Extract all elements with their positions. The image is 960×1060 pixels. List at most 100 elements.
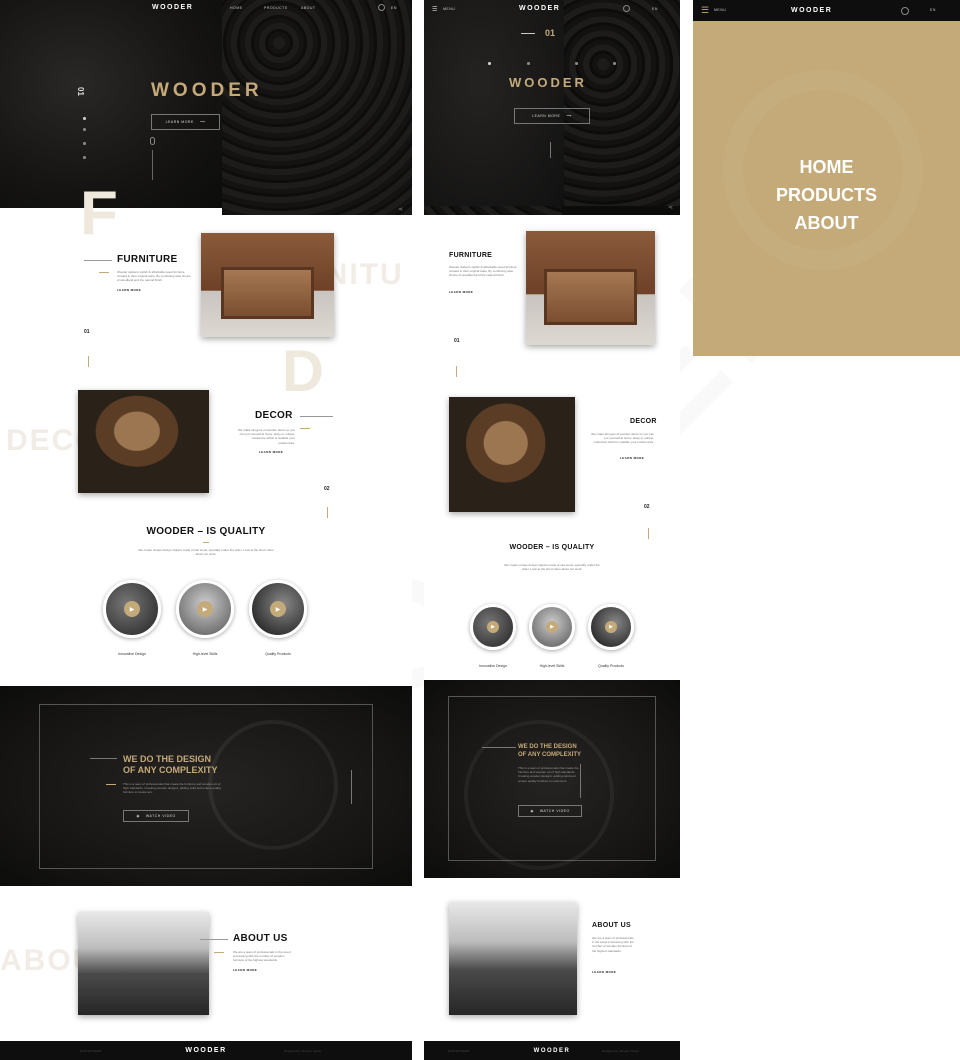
play-icon[interactable]: ▶: [197, 601, 213, 617]
hero-learn-more-button[interactable]: LEARN MORE ⟶: [151, 114, 220, 130]
footer-logo[interactable]: WOODER: [534, 1048, 571, 1054]
tablet-hero-title: WOODER: [509, 75, 587, 90]
design-title-line: OF ANY COMPLEXITY: [123, 765, 218, 775]
tablet-decor-text: We make all types of wooden decor so you…: [591, 432, 654, 445]
gold-accent: [300, 428, 310, 429]
divider-line: [84, 260, 112, 261]
gold-accent: [214, 952, 224, 953]
tablet-about-text: We are a team of professionals in the wo…: [592, 936, 634, 953]
gold-accent: [203, 542, 209, 543]
mobile-logo[interactable]: WOODER: [791, 7, 832, 14]
tablet-hero-left: [424, 0, 564, 206]
nav-about[interactable]: ABOUT: [301, 6, 316, 10]
footer-credit: Designed by Wooder Studio: [284, 1048, 322, 1053]
tablet-about-learn-more[interactable]: LEARN MORE: [592, 970, 616, 974]
tablet-design-title: WE DO THE DESIGN OF ANY COMPLEXITY: [518, 743, 581, 759]
quality-caption: Innovative Design: [118, 652, 146, 656]
language-switch[interactable]: EN: [930, 8, 936, 12]
divider-line: [482, 747, 516, 748]
play-icon[interactable]: ▶: [605, 621, 617, 633]
about-learn-more[interactable]: LEARN MORE: [233, 968, 257, 972]
decor-letter-bg: D: [282, 339, 324, 404]
furniture-text: Wooder delivers stylish & affordable woo…: [117, 270, 191, 283]
nav-home[interactable]: HOME: [230, 6, 243, 10]
tablet-decor-title: DECOR: [630, 418, 657, 425]
menu-icon[interactable]: ☰: [701, 5, 709, 16]
tablet-furniture-index: 01: [454, 338, 460, 344]
info-icon[interactable]: [901, 7, 909, 15]
slider-dot[interactable]: [83, 128, 86, 131]
gold-marker: [648, 528, 649, 539]
tablet-furniture-learn-more[interactable]: LEARN MORE: [449, 290, 473, 294]
share-icon[interactable]: ⋖: [398, 206, 403, 213]
footer-credit: Designed by Wooder Studio: [602, 1048, 640, 1053]
menu-label[interactable]: MENU: [443, 7, 455, 11]
tablet-learn-more-button[interactable]: LEARN MORE ⟶: [514, 108, 590, 124]
play-icon[interactable]: ▶: [487, 621, 499, 633]
quality-text: We create unique design objects made of …: [138, 548, 274, 557]
quality-title: WOODER – IS QUALITY: [146, 526, 266, 537]
tablet-team-image: [449, 902, 577, 1015]
furniture-letter-bg: F: [80, 179, 118, 248]
gold-accent: [106, 784, 116, 785]
button-label: WATCH VIDEO: [145, 814, 176, 818]
tablet-footer: 2019 WOODER WOODER Designed by Wooder St…: [424, 1041, 680, 1060]
tablet-watch-video-button[interactable]: ◉ WATCH VIDEO: [518, 805, 582, 817]
language-switch[interactable]: EN: [391, 6, 397, 10]
play-icon[interactable]: ▶: [546, 621, 558, 633]
language-switch[interactable]: EN: [652, 7, 658, 11]
play-icon[interactable]: ▶: [124, 601, 140, 617]
slider-dot[interactable]: [83, 156, 86, 159]
gold-marker: [88, 356, 89, 367]
divider-line: [90, 758, 117, 759]
about-team-image: [78, 912, 209, 1015]
info-icon[interactable]: [623, 5, 630, 12]
share-icon[interactable]: ⋖: [668, 204, 673, 211]
page-canvas: WOODER WOODER HOME PRODUCTS ABOUT EN 01 …: [0, 0, 960, 1060]
tablet-stool-image: [449, 397, 575, 512]
hero-index: 01: [75, 87, 85, 96]
button-label: LEARN MORE: [532, 114, 561, 118]
design-title-line: OF ANY COMPLEXITY: [518, 752, 582, 758]
footer-logo[interactable]: WOODER: [185, 1047, 226, 1054]
tablet-decor-learn-more[interactable]: LEARN MORE: [620, 456, 644, 460]
mobile-menu-about[interactable]: ABOUT: [693, 209, 960, 237]
furniture-learn-more[interactable]: LEARN MORE: [117, 288, 141, 292]
slider-dot[interactable]: [83, 142, 86, 145]
tablet-decor-index: 02: [644, 504, 650, 510]
button-label: WATCH VIDEO: [539, 809, 570, 813]
decor-learn-more[interactable]: LEARN MORE: [259, 450, 283, 454]
play-watermark-icon: [208, 720, 338, 850]
design-title: WE DO THE DESIGN OF ANY COMPLEXITY: [123, 754, 218, 776]
play-circle-icon: ◉: [530, 809, 534, 813]
slider-dot[interactable]: [613, 62, 616, 65]
menu-icon[interactable]: ☰: [432, 6, 437, 13]
slider-dot[interactable]: [575, 62, 578, 65]
top-navigation: WOODER HOME PRODUCTS ABOUT EN: [0, 0, 412, 16]
info-icon[interactable]: [378, 4, 385, 11]
decor-text: We make all types of wooden decor so you…: [237, 428, 295, 445]
quality-caption: Innovative Design: [479, 664, 507, 668]
slider-dot[interactable]: [527, 62, 530, 65]
slider-dot-active[interactable]: [83, 117, 86, 120]
index-line: [521, 33, 535, 34]
watch-video-button[interactable]: ◉ WATCH VIDEO: [123, 810, 189, 822]
furniture-table-image: [201, 233, 334, 337]
play-icon[interactable]: ▶: [270, 601, 286, 617]
design-vline: [351, 770, 352, 804]
menu-label[interactable]: MENU: [714, 8, 726, 12]
logo[interactable]: WOODER: [152, 4, 193, 11]
mobile-menu-home[interactable]: HOME: [693, 153, 960, 181]
hero-title: WOODER: [151, 80, 263, 101]
quality-caption: Quality Products: [598, 664, 624, 668]
mobile-menu-products[interactable]: PRODUCTS: [693, 181, 960, 209]
tablet-logo[interactable]: WOODER: [519, 5, 560, 12]
gold-accent: [99, 272, 109, 273]
nav-products[interactable]: PRODUCTS: [264, 6, 288, 10]
slider-dot-active[interactable]: [488, 62, 491, 65]
desktop-layout: WOODER HOME PRODUCTS ABOUT EN 01 WOODER …: [0, 0, 412, 1060]
mobile-menu-list: HOME PRODUCTS ABOUT: [693, 153, 960, 237]
design-vline: [580, 764, 581, 798]
divider-line: [300, 416, 333, 417]
about-title: ABOUT US: [233, 933, 288, 944]
